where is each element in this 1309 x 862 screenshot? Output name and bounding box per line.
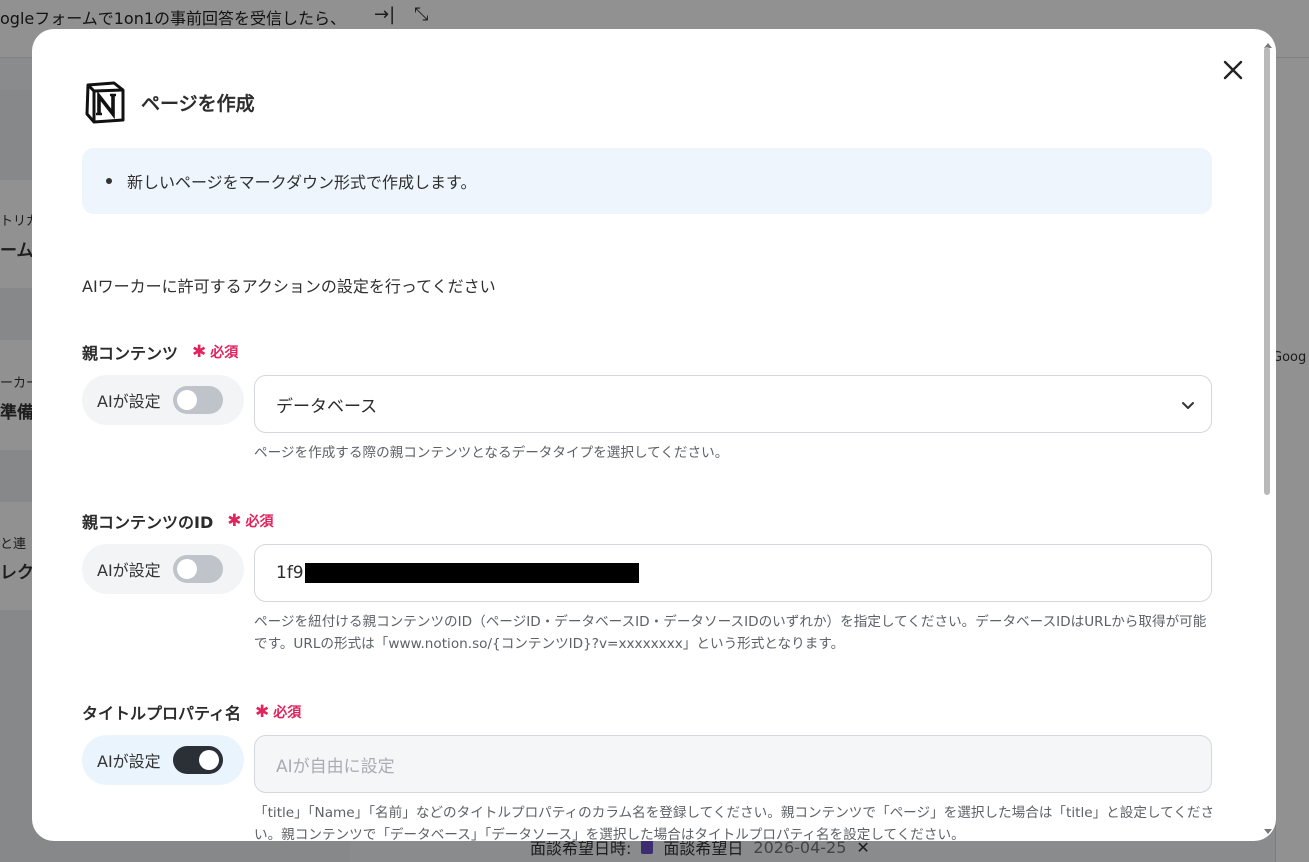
notion-logo-icon <box>85 81 125 124</box>
toggle-switch[interactable] <box>172 386 223 414</box>
intro-text: AIワーカーに許可するアクションの設定を行ってください <box>82 277 496 296</box>
ai-toggle-parent-content[interactable]: AIが設定 <box>82 375 244 425</box>
field-label-text: 親コンテンツ <box>82 344 179 363</box>
chevron-down-icon <box>1182 402 1194 409</box>
ai-toggle-label: AIが設定 <box>97 561 161 580</box>
modal-title: ページを作成 <box>141 93 255 115</box>
close-button[interactable] <box>1218 55 1248 85</box>
toggle-switch[interactable] <box>172 555 223 583</box>
bullet-dot <box>106 178 112 184</box>
parent-content-id-input[interactable]: 1f9 <box>254 544 1212 602</box>
parent-content-id-label: 親コンテンツのID ✱ 必須 <box>82 509 274 533</box>
title-property-help: 「title」「Name」「名前」などのタイトルプロパティのカラム名を登録してく… <box>254 805 1215 841</box>
toggle-switch[interactable] <box>172 746 223 774</box>
required-badge: ✱ 必須 <box>255 702 302 722</box>
required-star-icon: ✱ <box>227 511 242 531</box>
info-bullet: 新しいページをマークダウン形式で作成します。 <box>106 169 476 193</box>
parent-content-select[interactable]: データベース <box>254 375 1212 433</box>
create-page-modal: ページを作成 新しいページをマークダウン形式で作成します。 AIワーカーに許可す… <box>32 29 1276 841</box>
toggle-knob <box>176 390 197 410</box>
ai-toggle-title-property[interactable]: AIが設定 <box>82 735 244 785</box>
redacted-block <box>304 563 639 583</box>
parent-content-value: データベース <box>276 396 378 417</box>
ai-toggle-label: AIが設定 <box>97 392 161 411</box>
toggle-knob <box>176 559 197 579</box>
modal-scrollbar[interactable] <box>1262 43 1272 833</box>
modal-header: ページを作成 <box>82 80 255 125</box>
title-property-placeholder: AIが自由に設定 <box>276 756 395 777</box>
required-star-icon: ✱ <box>192 342 207 362</box>
info-bullet-text: 新しいページをマークダウン形式で作成します。 <box>127 173 477 192</box>
parent-content-help: ページを作成する際の親コンテンツとなるデータタイプを選択してください。 <box>254 445 729 461</box>
required-star-icon: ✱ <box>255 702 270 722</box>
field-label-text: タイトルプロパティ名 <box>82 704 242 723</box>
scroll-down-arrow[interactable] <box>1264 829 1272 834</box>
title-property-input[interactable]: AIが自由に設定 <box>254 735 1212 793</box>
parent-content-id-value: 1f9 <box>276 563 304 583</box>
scrollbar-thumb[interactable] <box>1264 47 1270 495</box>
parent-content-label: 親コンテンツ ✱ 必須 <box>82 340 238 364</box>
required-badge: ✱ 必須 <box>192 342 239 362</box>
close-icon <box>1223 60 1243 80</box>
title-property-label: タイトルプロパティ名 ✱ 必須 <box>82 700 301 724</box>
toggle-knob <box>198 750 219 770</box>
parent-content-id-help: ページを紐付ける親コンテンツのID（ページID・データベースID・データソースI… <box>254 614 1207 652</box>
ai-toggle-parent-content-id[interactable]: AIが設定 <box>82 544 244 594</box>
info-box: 新しいページをマークダウン形式で作成します。 <box>82 148 1212 214</box>
ai-toggle-label: AIが設定 <box>97 752 161 771</box>
required-badge: ✱ 必須 <box>227 511 274 531</box>
field-label-text: 親コンテンツのID <box>82 513 214 532</box>
